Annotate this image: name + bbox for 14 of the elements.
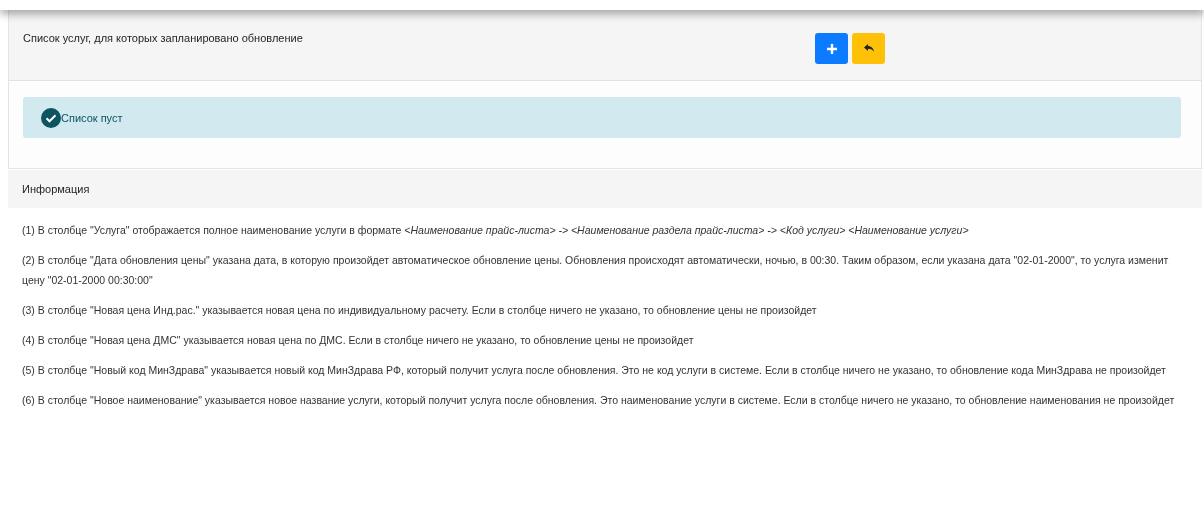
plus-icon bbox=[825, 42, 838, 55]
add-button[interactable] bbox=[815, 33, 848, 64]
card-title: Информация bbox=[22, 183, 90, 195]
check-circle-icon bbox=[41, 107, 61, 128]
info-note: (6) В столбце "Новое наименование" указывается новое название услуги, который получит услуга после обновления. Это наименование услуги в системе. Если в столбце ничего не указано, то обновление наименования не произойдет bbox=[22, 393, 1176, 408]
info-note: (1) В столбце "Услуга" отображается полное наименование услуги в формате <Наименование прайс-листа> -> <Наименование раздела прайс-листа> -> <Код услуги> <Наименование услуги> bbox=[22, 223, 970, 238]
info-note: (3) В столбце "Новая цена Инд.рас." указывается новая цена по индивидуальному расчету. Если в столбце ничего не указано, то обновление цены не произойдет bbox=[22, 303, 818, 318]
info-note: (4) В столбце "Новая цена ДМС" указывается новая цена по ДМС. Если в столбце ничего не указано, то обновление цены не произойдет bbox=[22, 333, 695, 348]
back-button[interactable] bbox=[852, 33, 885, 64]
card-title: Список услуг, для которых запланировано обновление bbox=[23, 32, 303, 44]
reply-icon bbox=[862, 43, 875, 54]
info-note: (5) В столбце "Новый код МинЗдрава" указывается новый код МинЗдрава РФ, который получит услуга после обновления. Это не код услуги в системе. Если в столбце ничего не указано, то обновление кода МинЗдрава не произойдет bbox=[22, 363, 1167, 378]
info-note: (2) В столбце "Дата обновления цены" указана дата, в которую произойдет автоматическое обновление цены. Обновления происходят автоматически, ночью, в 00:30. Таким образом, если указана дата "02-01-2000", то услуга изменит цену "02-01-2000 00:30:00" bbox=[22, 253, 1170, 288]
alert-text: Список пуст bbox=[61, 111, 123, 124]
